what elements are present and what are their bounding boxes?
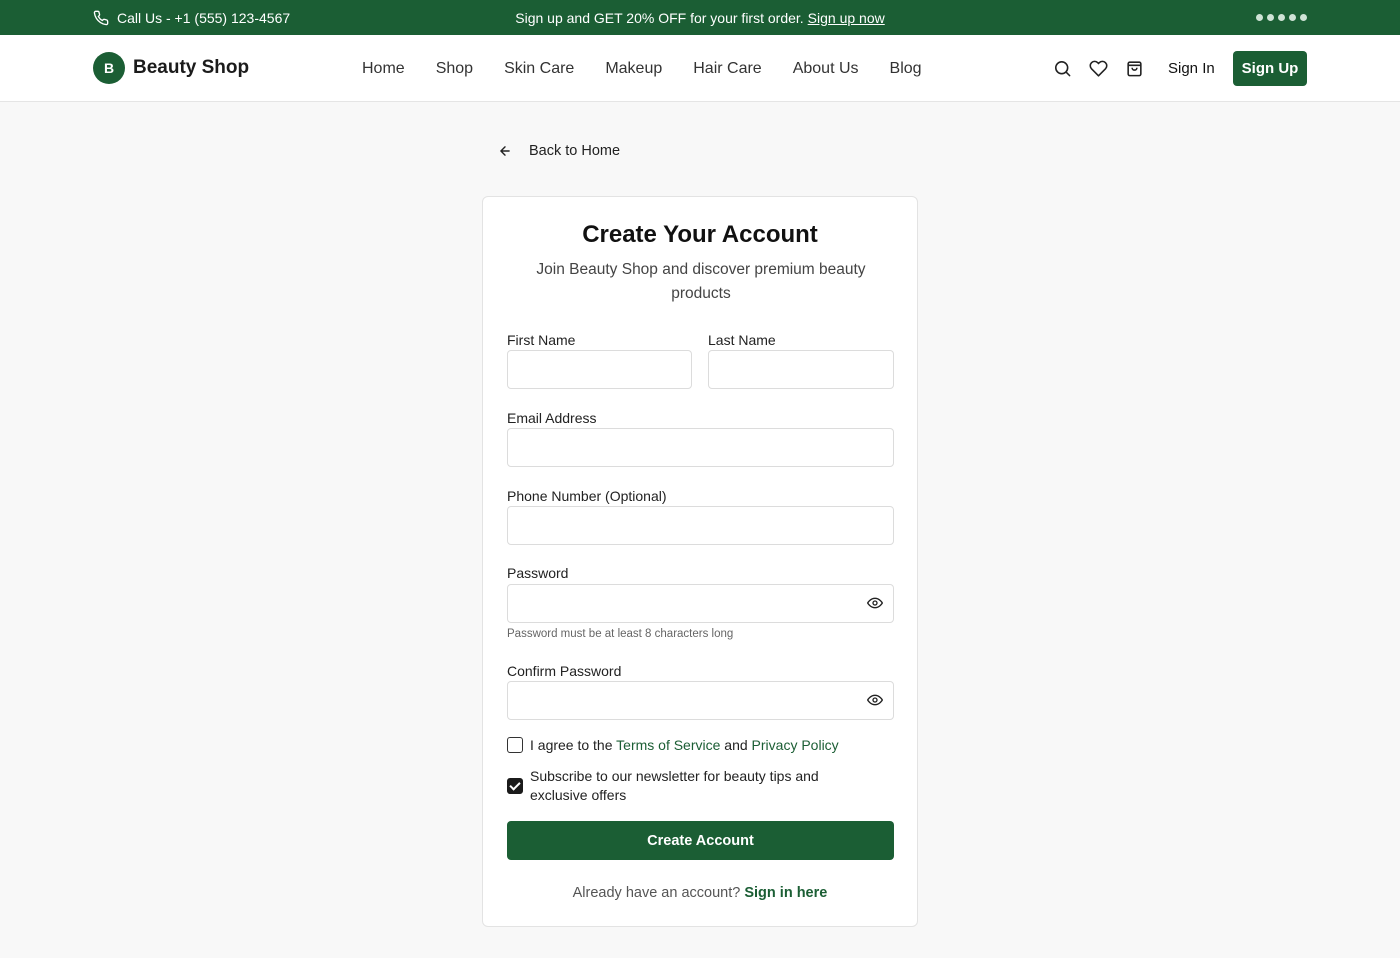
search-icon[interactable] <box>1052 58 1072 78</box>
heart-icon[interactable] <box>1088 58 1108 78</box>
nav-hair-care[interactable]: Hair Care <box>693 60 761 78</box>
password-field <box>507 584 894 623</box>
sign-in-link[interactable]: Sign In <box>1168 60 1215 77</box>
nav-home[interactable]: Home <box>362 60 405 78</box>
eye-icon[interactable] <box>867 596 883 610</box>
sign-up-button[interactable]: Sign Up <box>1233 51 1307 86</box>
back-to-home-label: Back to Home <box>529 143 621 159</box>
confirm-password-input[interactable] <box>507 681 894 720</box>
nav-blog[interactable]: Blog <box>890 60 922 78</box>
logo-name: Beauty Shop <box>133 57 250 78</box>
eye-icon[interactable] <box>867 693 883 707</box>
carousel-dot[interactable] <box>1289 14 1296 21</box>
form-title: Create Your Account <box>582 221 818 248</box>
terms-prefix: I agree to the <box>530 737 613 753</box>
password-label: Password <box>507 565 569 581</box>
nav-skin-care[interactable]: Skin Care <box>504 60 574 78</box>
confirm-password-field <box>507 681 894 720</box>
shopping-bag-icon[interactable] <box>1124 58 1144 78</box>
phone-label: Phone Number (Optional) <box>507 488 667 504</box>
last-name-input[interactable] <box>708 350 894 389</box>
arrow-left-icon <box>500 146 510 156</box>
terms-checkbox[interactable] <box>507 737 523 753</box>
site-header: B Beauty Shop Home Shop Skin Care Makeup… <box>0 35 1400 102</box>
phone-input[interactable] <box>507 506 894 545</box>
promo-text: Sign up and GET 20% OFF for your first o… <box>515 9 804 26</box>
email-label: Email Address <box>507 410 597 426</box>
email-input[interactable] <box>507 428 894 467</box>
carousel-dots <box>1256 14 1307 21</box>
promo-message: Sign up and GET 20% OFF for your first o… <box>0 0 1400 35</box>
newsletter-checkbox[interactable] <box>507 778 523 794</box>
carousel-dot[interactable] <box>1300 14 1307 21</box>
signup-form-card: Create Your Account Join Beauty Shop and… <box>482 196 918 927</box>
password-input[interactable] <box>507 584 894 623</box>
logo[interactable]: B Beauty Shop <box>93 52 249 84</box>
carousel-dot[interactable] <box>1256 14 1263 21</box>
nav-about-us[interactable]: About Us <box>793 60 859 78</box>
logo-badge: B <box>93 52 125 84</box>
newsletter-text: Subscribe to our newsletter for beauty t… <box>530 768 819 803</box>
back-to-home-link[interactable]: Back to Home <box>498 143 620 159</box>
first-name-input[interactable] <box>507 350 692 389</box>
confirm-password-label: Confirm Password <box>507 663 622 679</box>
form-subtitle: Join Beauty Shop and discover premium be… <box>536 261 866 302</box>
password-hint: Password must be at least 8 characters l… <box>507 628 734 640</box>
nav-makeup[interactable]: Makeup <box>605 60 662 78</box>
sign-in-here-link[interactable]: Sign in here <box>744 885 827 901</box>
header-icons <box>1052 58 1144 78</box>
first-name-label: First Name <box>507 332 576 348</box>
privacy-policy-link[interactable]: Privacy Policy <box>752 737 839 753</box>
main-nav: Home Shop Skin Care Makeup Hair Care Abo… <box>362 35 922 102</box>
top-promo-bar: Call Us - +1 (555) 123-4567 Sign up and … <box>0 0 1400 35</box>
last-name-label: Last Name <box>708 332 776 348</box>
create-account-button[interactable]: Create Account <box>507 821 894 860</box>
signin-prompt-text: Already have an account? <box>572 885 741 901</box>
carousel-dot[interactable] <box>1267 14 1274 21</box>
sign-up-now-link[interactable]: Sign up now <box>808 10 885 26</box>
terms-text: I agree to the Terms of Service and Priv… <box>530 736 839 755</box>
terms-of-service-link[interactable]: Terms of Service <box>616 737 720 753</box>
nav-shop[interactable]: Shop <box>436 60 473 78</box>
carousel-dot[interactable] <box>1278 14 1285 21</box>
terms-and: and <box>724 737 748 753</box>
signin-prompt: Already have an account? Sign in here <box>483 885 917 901</box>
